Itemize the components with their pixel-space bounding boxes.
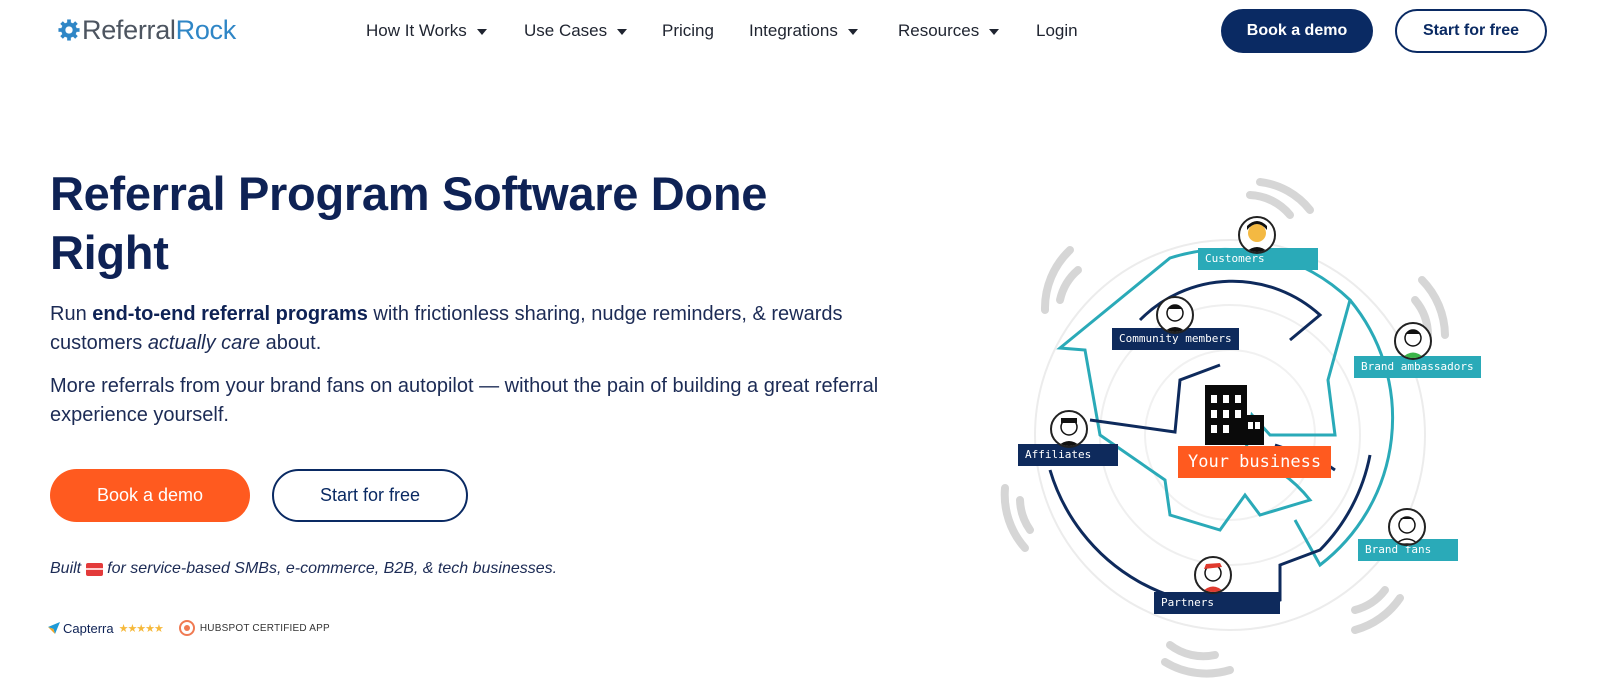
referral-rock-logo[interactable]: ReferralRock bbox=[58, 16, 236, 44]
hero-title: Referral Program Software Done Right bbox=[50, 167, 768, 279]
nav-pricing[interactable]: Pricing bbox=[662, 21, 714, 41]
site-header: ReferralRock How It Works Use Cases Pric… bbox=[0, 0, 1600, 64]
community-member-avatar-icon bbox=[1156, 296, 1194, 334]
built-for-pre: Built bbox=[50, 560, 82, 577]
nav-login[interactable]: Login bbox=[1036, 21, 1078, 41]
hero-p1-post: about. bbox=[260, 332, 322, 354]
hubspot-badge[interactable]: HUBSPOT CERTIFIED APP bbox=[178, 620, 330, 636]
label-partners: Partners bbox=[1154, 592, 1280, 614]
chevron-down-icon bbox=[847, 28, 858, 35]
brand-ambassador-avatar-icon bbox=[1394, 322, 1432, 360]
customer-avatar-icon bbox=[1238, 216, 1276, 254]
hubspot-icon bbox=[178, 620, 195, 636]
header-book-demo-button[interactable]: Book a demo bbox=[1221, 9, 1373, 53]
partner-avatar-icon bbox=[1194, 556, 1232, 594]
nav-resources-label: Resources bbox=[898, 21, 980, 40]
chevron-down-icon bbox=[476, 28, 487, 35]
built-for-note: Built for service-based SMBs, e-commerce… bbox=[50, 560, 557, 578]
logo-word-referral: Referral bbox=[82, 15, 176, 45]
nav-use-cases-label: Use Cases bbox=[524, 21, 608, 40]
hero-p1-bold: end-to-end referral programs bbox=[92, 303, 368, 325]
nav-use-cases[interactable]: Use Cases bbox=[524, 21, 628, 41]
capterra-badge[interactable]: Capterra ★★★★★ bbox=[48, 620, 164, 636]
nav-login-label: Login bbox=[1036, 21, 1078, 40]
nav-how-it-works-label: How It Works bbox=[366, 21, 467, 40]
built-for-post: for service-based SMBs, e-commerce, B2B,… bbox=[107, 560, 558, 577]
hero-p1-pre: Run bbox=[50, 303, 93, 325]
hero-book-demo-button[interactable]: Book a demo bbox=[50, 469, 250, 522]
hero-start-free-button[interactable]: Start for free bbox=[272, 469, 468, 522]
hero-p1-italic: actually care bbox=[147, 332, 261, 354]
logo-word-rock: Rock bbox=[175, 15, 237, 45]
hero-subdescription: More referrals from your brand fans on a… bbox=[50, 375, 879, 426]
rating-stars-icon: ★★★★★ bbox=[118, 622, 164, 635]
capterra-label: Capterra bbox=[63, 620, 114, 636]
trust-badges: Capterra ★★★★★ HUBSPOT CERTIFIED APP bbox=[48, 620, 330, 636]
hero-description: Run end-to-end referral programs with fr… bbox=[50, 300, 930, 358]
nav-how-it-works[interactable]: How It Works bbox=[366, 21, 487, 41]
brand-fan-avatar-icon bbox=[1388, 508, 1426, 546]
nav-integrations-label: Integrations bbox=[749, 21, 838, 40]
gear-logo-icon bbox=[58, 19, 80, 41]
referral-network-illustration: Customers Community members Brand ambass… bbox=[990, 170, 1490, 680]
affiliate-avatar-icon bbox=[1050, 410, 1088, 448]
nav-resources[interactable]: Resources bbox=[898, 21, 1000, 41]
nav-integrations[interactable]: Integrations bbox=[749, 21, 858, 41]
label-your-business: Your business bbox=[1178, 446, 1332, 478]
header-start-free-button[interactable]: Start for free bbox=[1395, 9, 1547, 53]
hubspot-label: HUBSPOT CERTIFIED APP bbox=[199, 622, 330, 634]
chevron-down-icon bbox=[617, 28, 628, 35]
nav-pricing-label: Pricing bbox=[662, 21, 714, 40]
toolbox-icon bbox=[86, 562, 104, 576]
capterra-arrow-icon bbox=[48, 622, 60, 634]
chevron-down-icon bbox=[989, 28, 1000, 35]
